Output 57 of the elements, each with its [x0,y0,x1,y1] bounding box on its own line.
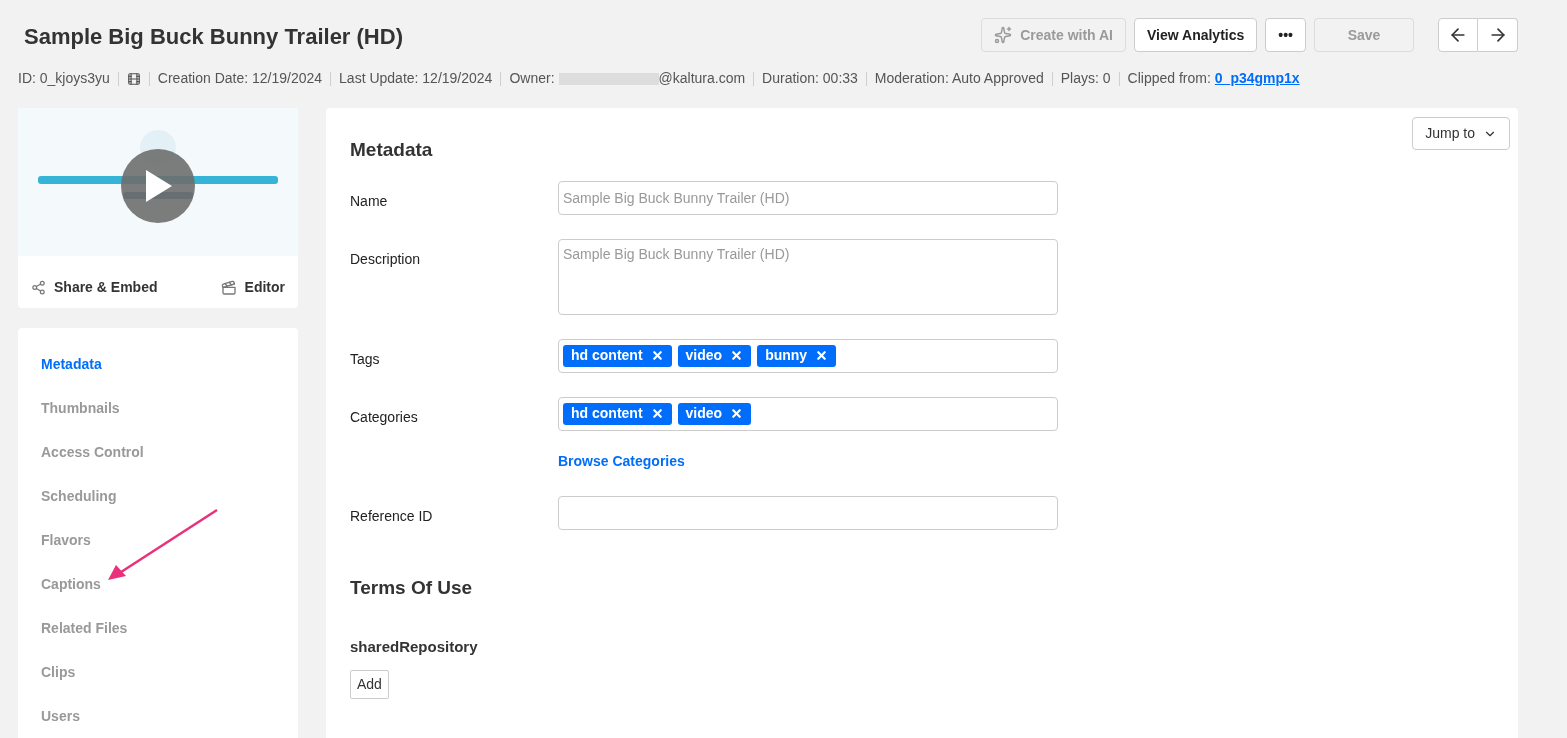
description-field[interactable]: Sample Big Buck Bunny Trailer (HD) [558,238,1058,315]
remove-icon[interactable] [730,407,744,420]
meta-text: Last Update: 12/19/2024 [339,69,493,88]
tag-chip: video [677,344,752,367]
jump-to-dropdown[interactable]: Jump to [1412,117,1510,150]
browse-categories-link[interactable]: Browse Categories [558,450,685,472]
owner-email: @kaltura.com [658,69,746,88]
meta-label: Clipped from: [1127,69,1211,88]
meta-text: Creation Date: 12/19/2024 [157,69,323,88]
meta-label: Owner: [509,69,555,88]
field-label: Name [350,192,388,209]
sidebar-item[interactable]: Clips [41,662,76,682]
share-embed-button[interactable]: Share & Embed [31,277,158,298]
field-label: Categories [350,408,418,425]
remove-icon[interactable] [815,349,829,362]
tag-chip: hd content [563,402,672,425]
section-title: Metadata [350,138,434,162]
film-icon [126,71,141,86]
tags-field[interactable]: hd content video [558,396,1058,431]
clapperboard-icon [220,279,237,296]
share-icon [31,280,46,295]
sidebar-item[interactable]: Related Files [41,618,128,638]
play-icon [144,170,172,202]
add-button[interactable]: Add [350,669,389,699]
editor-button[interactable]: Editor [220,277,285,298]
sidebar-item[interactable]: Captions [41,574,101,594]
remove-icon[interactable] [650,407,664,420]
next-button[interactable] [1478,18,1518,52]
sidebar-item[interactable]: Metadata [41,354,102,374]
meta-text: Moderation: Auto Approved [874,69,1044,88]
page-title: Sample Big Buck Bunny Trailer (HD) [24,23,403,51]
meta-text: Plays: 0 [1060,69,1111,88]
tag-chip: bunny [757,344,837,367]
tag-chip: video [677,402,752,425]
sidebar-item[interactable]: Access Control [41,442,144,462]
section-title: Terms Of Use [350,575,474,600]
header-button[interactable]: View Analytics [1134,18,1258,52]
text-field[interactable]: Sample Big Buck Bunny Trailer (HD) [558,180,1058,215]
field-label: sharedRepository [350,637,479,657]
field-label: Reference ID [350,507,433,524]
remove-icon[interactable] [650,349,664,362]
sidebar-item[interactable]: Users [41,706,80,726]
previous-button[interactable] [1438,18,1478,52]
field-label: Tags [350,350,380,367]
text-field[interactable] [558,495,1058,530]
field-label: Description [350,250,421,267]
sidebar-item[interactable]: Scheduling [41,486,117,506]
sidebar-item[interactable]: Flavors [41,530,91,550]
meta-text: ID: 0_kjoys3yu [18,69,110,88]
header-button[interactable]: ••• [1265,18,1306,52]
tag-chip: hd content [563,344,672,367]
meta-text: Duration: 00:33 [762,69,858,88]
remove-icon[interactable] [730,349,744,362]
clip-source-link[interactable]: 0_p34gmp1x [1214,68,1300,89]
tags-field[interactable]: hd content video bunny [558,338,1058,373]
sidebar-item[interactable]: Thumbnails [41,398,120,418]
sparkle-icon [994,26,1013,44]
